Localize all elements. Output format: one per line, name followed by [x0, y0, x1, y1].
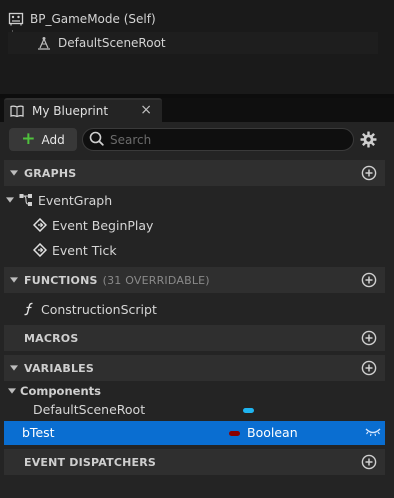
variable-row-defaultsceneroot[interactable]: DefaultSceneRoot	[4, 398, 385, 422]
tab-my-blueprint[interactable]: My Blueprint ×	[4, 98, 162, 122]
tab-bar: My Blueprint ×	[0, 98, 394, 122]
section-event-dispatchers[interactable]: EVENT DISPATCHERS	[4, 449, 385, 475]
components-panel: BP_GameMode (Self) DefaultSceneRoot	[0, 0, 394, 94]
graph-event-label: Event BeginPlay	[52, 217, 154, 233]
function-icon	[22, 302, 36, 316]
component-root-label: BP_GameMode (Self)	[30, 12, 156, 26]
section-dispatchers-label: EVENT DISPATCHERS	[24, 455, 157, 469]
add-macro-icon[interactable]	[361, 330, 377, 346]
graph-event-tick[interactable]: Event Tick	[33, 238, 117, 262]
variable-row-btest[interactable]: bTest Boolean	[4, 421, 385, 445]
toolbar: + Add	[0, 122, 394, 156]
tab-title: My Blueprint	[32, 104, 109, 118]
component-child-label: DefaultSceneRoot	[58, 36, 166, 50]
object-type-pill	[243, 408, 254, 413]
section-graphs[interactable]: GRAPHS	[4, 160, 385, 186]
chevron-down-icon	[6, 196, 14, 204]
function-item-label: ConstructionScript	[41, 301, 157, 317]
add-graph-icon[interactable]	[361, 165, 377, 181]
section-functions-count: (31 OVERRIDABLE)	[102, 273, 210, 287]
chevron-down-icon	[10, 169, 18, 177]
variable-category-label: Components	[20, 384, 101, 398]
section-graphs-label: GRAPHS	[24, 166, 77, 180]
blueprint-actor-icon	[8, 11, 24, 27]
gear-icon[interactable]	[360, 131, 377, 148]
chevron-down-icon	[10, 364, 18, 372]
graph-item-eventgraph[interactable]: EventGraph	[6, 188, 112, 212]
eye-closed-icon[interactable]	[365, 426, 381, 438]
boolean-type-pill	[229, 431, 240, 436]
add-function-icon[interactable]	[361, 272, 377, 288]
event-node-icon	[33, 243, 47, 257]
chevron-down-icon	[8, 387, 16, 395]
section-variables[interactable]: VARIABLES	[4, 355, 385, 381]
search-box[interactable]	[82, 128, 354, 151]
section-variables-label: VARIABLES	[24, 361, 94, 375]
function-item-constructionscript[interactable]: ConstructionScript	[22, 297, 157, 321]
variable-name: DefaultSceneRoot	[33, 402, 146, 417]
add-dispatcher-icon[interactable]	[361, 454, 377, 470]
add-button-label: Add	[41, 132, 65, 147]
close-icon[interactable]: ×	[140, 102, 152, 118]
book-icon	[10, 104, 24, 118]
scene-component-icon	[36, 35, 52, 51]
section-functions-label: FUNCTIONS	[24, 273, 98, 287]
add-button[interactable]: + Add	[9, 128, 77, 151]
section-macros[interactable]: MACROS	[4, 325, 385, 351]
event-node-icon	[33, 218, 47, 232]
my-blueprint-panel: + Add Search GRAPHS EventGraph Event Beg…	[0, 122, 394, 498]
add-variable-icon[interactable]	[361, 360, 377, 376]
graph-event-beginplay[interactable]: Event BeginPlay	[33, 213, 153, 237]
graph-item-label: EventGraph	[38, 192, 113, 208]
graph-event-label: Event Tick	[52, 242, 117, 258]
variable-name: bTest	[22, 425, 55, 440]
search-icon	[89, 131, 104, 149]
variable-type-label[interactable]: Boolean	[247, 425, 298, 440]
chevron-down-icon	[10, 276, 18, 284]
search-input[interactable]	[110, 132, 340, 147]
event-graph-icon	[19, 193, 33, 207]
component-root-row[interactable]: BP_GameMode (Self)	[8, 8, 156, 30]
section-macros-label: MACROS	[24, 331, 79, 345]
plus-icon: +	[21, 129, 36, 149]
component-child-row[interactable]: DefaultSceneRoot	[8, 32, 378, 54]
section-functions[interactable]: FUNCTIONS (31 OVERRIDABLE)	[4, 267, 385, 293]
